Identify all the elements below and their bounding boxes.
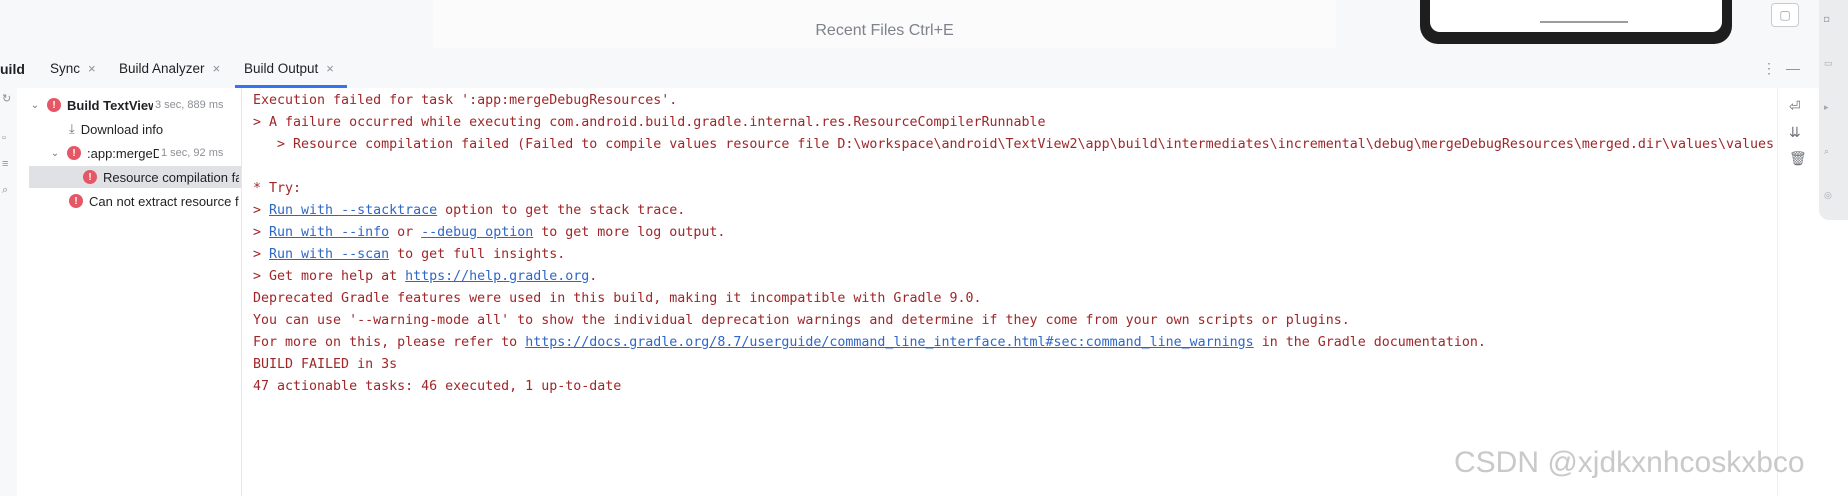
toolwindow-title: uild [0,61,25,77]
build-tree: ⌄ ! Build TextView2 3 sec, 889 ms ⤓ Down… [17,88,242,496]
close-icon[interactable]: × [326,61,334,76]
error-icon: ! [69,194,83,208]
overlay-sidebar: ◘ ▭ ▸ ⌕ ◎ [1819,0,1848,220]
console-line: * Try: [253,181,302,196]
download-icon: ⤓ [69,121,75,136]
chevron-down-icon[interactable]: ⌄ [49,148,61,159]
console-text: > Get more help at [253,269,406,284]
console-line: Deprecated Gradle features were used in … [253,291,982,306]
camera-icon[interactable]: ◘ [1824,14,1829,24]
console-line: For more on this, please refer to https:… [253,334,1486,352]
filter-icon[interactable]: ≡ [2,158,8,170]
device-screen [1430,0,1722,32]
scan-icon[interactable]: ⌕ [1824,146,1829,157]
tab-build-analyzer[interactable]: Build Analyzer × [119,61,220,76]
console-text: > [253,203,270,218]
rerun-icon[interactable]: ↻ [2,92,11,105]
close-icon[interactable]: × [213,61,221,76]
recent-files-hint: Recent Files Ctrl+E [815,22,954,39]
stop-icon[interactable]: ▫ [2,132,6,144]
tree-item-time: 1 sec, 92 ms [161,147,224,159]
tree-item-label: Build TextView2 [67,97,153,113]
tab-label: Build Analyzer [119,61,205,76]
device-preview [1420,0,1732,44]
console-line: BUILD FAILED in 3s [253,357,398,372]
record-icon[interactable]: ▸ [1824,102,1829,113]
tab-sync[interactable]: Sync × [50,61,96,76]
info-link[interactable]: Run with --info [269,225,389,240]
watermark: CSDN @xjdkxnhcoskxbco [1454,446,1805,479]
console-line: > Resource compilation failed (Failed to… [253,137,1783,152]
console-text: option to get the stack trace. [437,203,686,218]
device-home-bar [1540,21,1628,23]
chevron-down-icon[interactable]: ⌄ [29,100,41,111]
console-line: > Run with --info or --debug option to g… [253,224,725,242]
tree-item-label: Resource compilation failed [103,169,239,185]
error-icon: ! [67,146,81,160]
console-text: > [253,225,270,240]
clear-all-icon[interactable]: 🗑 [1789,150,1807,167]
console-text: to get more log output. [533,225,726,240]
more-options-icon[interactable]: ⋮ [1762,60,1776,77]
screen-icon[interactable]: ▭ [1824,58,1833,69]
console-gutter: ⏎ ⇊ 🗑 [1777,88,1820,496]
console-line: You can use '--warning-mode all' to show… [253,313,1350,328]
close-icon[interactable]: × [88,61,96,76]
tree-item-merge-task[interactable]: ⌄ ! :app:mergeDebugResources 1 sec, 92 m… [49,142,241,164]
console-line: 47 actionable tasks: 46 executed, 1 up-t… [253,379,622,394]
tree-item-resource-compilation[interactable]: ! Resource compilation failed [29,166,241,188]
tree-item-label: :app:mergeDebugResources [87,145,159,161]
console-text: > [253,247,270,262]
tree-item-build-root[interactable]: ⌄ ! Build TextView2 3 sec, 889 ms [29,94,241,116]
console-text: in the Gradle documentation. [1253,335,1486,350]
console-text: or [389,225,422,240]
error-icon: ! [83,170,97,184]
console-line: Execution failed for task ':app:mergeDeb… [253,93,678,108]
console-line: > Run with --scan to get full insights. [253,246,565,264]
tab-label: Sync [50,61,81,76]
preview-toggle-icon[interactable]: ▢ [1771,3,1799,27]
editor-area: Recent Files Ctrl+E ▢ [0,0,1848,48]
tree-item-label: Can not extract resource from com.androi… [89,193,239,209]
scan-link[interactable]: Run with --scan [269,247,389,262]
tab-label: Build Output [244,61,319,76]
console-line: > Get more help at https://help.gradle.o… [253,268,597,286]
debug-link[interactable]: --debug option [421,225,533,240]
tree-item-download-info[interactable]: ⤓ Download info [69,118,241,140]
console-text: to get full insights. [389,247,566,262]
build-console[interactable]: Execution failed for task ':app:mergeDeb… [242,88,1782,496]
editor-left-pane [0,0,434,48]
console-line: > A failure occurred while executing com… [253,115,1046,130]
help-gradle-link[interactable]: https://help.gradle.org [405,269,589,284]
left-tool-strip: ↻ ▫ ≡ ⌕ [0,88,18,496]
tree-item-extract-error[interactable]: ! Can not extract resource from com.andr… [69,190,241,212]
console-text: For more on this, please refer to [253,335,526,350]
stacktrace-link[interactable]: Run with --stacktrace [269,203,437,218]
settings-icon[interactable]: ◎ [1824,190,1832,201]
docs-gradle-link[interactable]: https://docs.gradle.org/8.7/userguide/co… [525,335,1254,350]
console-line: > Run with --stacktrace option to get th… [253,202,685,220]
editor-center-pane: Recent Files Ctrl+E [433,0,1337,48]
tree-item-label: Download info [80,121,164,137]
search-icon[interactable]: ⌕ [2,184,8,197]
console-text: . [589,269,598,284]
soft-wrap-icon[interactable]: ⏎ [1789,98,1801,115]
minimize-icon[interactable]: — [1786,60,1800,76]
scroll-to-end-icon[interactable]: ⇊ [1789,124,1801,141]
build-toolwindow-header: uild Sync × Build Analyzer × Build Outpu… [0,48,1819,89]
error-icon: ! [47,98,61,112]
tree-item-time: 3 sec, 889 ms [155,99,224,111]
tab-build-output[interactable]: Build Output × [244,61,334,76]
